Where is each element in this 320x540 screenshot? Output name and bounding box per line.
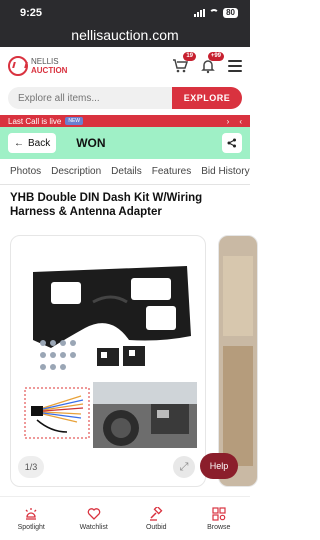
ios-status-bar: 9:25 80 [0,0,250,26]
tab-photos[interactable]: Photos [10,166,41,177]
browse-icon [212,506,226,521]
back-button[interactable]: ← Back [8,133,57,153]
clock: 9:25 [20,7,43,19]
detail-tabs: Photos Description Details Features Bid … [0,159,250,185]
tab-description[interactable]: Description [51,166,101,177]
bottom-nav: Spotlight Watchlist Outbid Browse [0,496,250,540]
share-icon [227,138,236,148]
tab-bid-history[interactable]: Bid History [201,166,249,177]
cart-button[interactable]: 19 [172,52,196,74]
product-image-card[interactable]: 1/3 ⤢ [10,235,206,487]
arrow-left-icon: ← [14,137,24,149]
product-image [24,266,197,448]
nav-spotlight[interactable]: Spotlight [0,497,63,540]
nav-watchlist[interactable]: Watchlist [63,497,126,540]
hamburger-menu-icon[interactable] [228,60,242,72]
signal-icon [194,9,206,17]
explore-button[interactable]: EXPLORE [172,87,242,109]
nav-browse[interactable]: Browse [188,497,251,540]
chevron-right-icon[interactable]: › [227,117,230,126]
search-input[interactable] [8,87,172,109]
share-button[interactable] [222,133,242,153]
next-image-preview[interactable] [218,235,258,487]
spotlight-icon [25,507,37,520]
gavel-icon [150,506,163,521]
expand-icon[interactable]: ⤢ [173,456,195,478]
tab-details[interactable]: Details [111,166,142,177]
cart-badge: 19 [183,52,196,61]
notifications-button[interactable]: +99 [200,52,224,74]
won-status-bar: ← Back WON [0,127,250,159]
site-header: NELLIS AUCTION 19 +99 [0,47,250,85]
browser-chrome: 9:25 80 nellisauction.com [0,0,250,47]
logo-mark-icon [8,56,28,76]
new-tag: NEW [65,117,84,125]
chevron-left-icon[interactable]: ‹ [239,117,242,126]
last-call-banner[interactable]: Last Call is live NEW › ‹ [0,115,250,127]
tab-features[interactable]: Features [152,166,191,177]
search-bar: EXPLORE [8,87,242,109]
nellis-logo[interactable]: NELLIS AUCTION [8,56,67,76]
gallery-counter: 1/3 [18,456,44,478]
battery-icon: 80 [223,8,238,18]
help-button[interactable]: Help [200,453,238,479]
won-status: WON [76,136,106,150]
notifications-badge: +99 [207,52,224,61]
wifi-icon [209,9,220,17]
heart-icon [87,507,101,520]
address-bar[interactable]: nellisauction.com [0,26,250,47]
product-title: YHB Double DIN Dash Kit W/Wiring Harness… [10,192,203,218]
nav-outbid[interactable]: Outbid [125,497,188,540]
